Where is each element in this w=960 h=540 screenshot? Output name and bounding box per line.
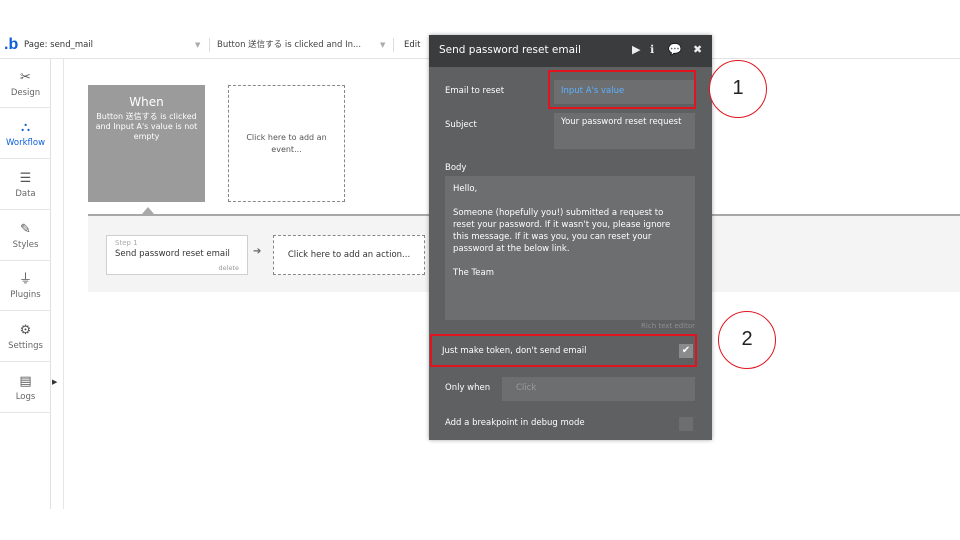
only-when-label: Only when (445, 383, 491, 393)
body-label: Body (445, 163, 467, 173)
sidebar-item-plugins[interactable]: ⏚ Plugins (0, 271, 51, 301)
sidebar-item-styles[interactable]: ✎ Styles (0, 221, 51, 251)
arrow-right-icon: ➔ (253, 246, 262, 257)
sidebar-item-label: Design (10, 88, 41, 98)
event-selector[interactable]: Button 送信する is clicked and In... (217, 34, 361, 56)
sidebar-item-label: Logs (15, 392, 36, 402)
settings-icon: ⚙ (19, 323, 32, 338)
bubble-logo[interactable]: .b (4, 34, 18, 56)
sidebar-item-label: Data (15, 189, 36, 199)
annotation-number-1: 1 (709, 60, 767, 118)
annotation-number-2: 2 (718, 311, 776, 369)
rich-text-editor-link[interactable]: Rich text editor (641, 322, 695, 330)
design-icon: ✂ (20, 70, 31, 85)
sidebar-item-logs[interactable]: ▤ Logs (0, 373, 51, 403)
edit-menu[interactable]: Edit (404, 34, 420, 56)
property-editor-header[interactable]: Send password reset email ▶ ℹ 💬 ✖ (429, 35, 712, 67)
highlight-box-email (548, 70, 696, 109)
divider (0, 158, 51, 159)
event-dropdown-icon[interactable]: ▼ (380, 34, 385, 56)
info-icon[interactable]: ℹ (650, 43, 654, 57)
property-editor-title: Send password reset email (439, 44, 581, 56)
event-description: Button 送信する is clicked and Input A's val… (95, 112, 198, 141)
sidebar-item-workflow[interactable]: ⛬ Workflow (0, 119, 51, 149)
sidebar-item-label: Styles (12, 240, 39, 250)
sidebar-collapse-icon[interactable]: ▶ (52, 378, 57, 386)
sidebar-item-settings[interactable]: ⚙ Settings (0, 322, 51, 352)
step-name: Send password reset email (115, 249, 230, 259)
divider (0, 361, 51, 362)
divider (0, 107, 51, 108)
comment-icon[interactable]: 💬 (668, 43, 682, 57)
sidebar: ✂ Design ⛬ Workflow ☰ Data ✎ Styles ⏚ Pl… (0, 59, 51, 509)
data-icon: ☰ (19, 171, 32, 186)
event-pointer-icon (142, 207, 154, 214)
only-when-field[interactable]: Click (502, 377, 695, 401)
subject-label: Subject (445, 120, 477, 130)
sidebar-item-design[interactable]: ✂ Design (0, 69, 51, 99)
canvas-divider (63, 59, 64, 509)
close-icon[interactable]: ✖ (693, 43, 702, 57)
sidebar-item-label: Plugins (10, 290, 41, 300)
divider (0, 310, 51, 311)
page-dropdown-icon[interactable]: ▼ (195, 34, 200, 56)
sidebar-item-label: Settings (8, 341, 43, 351)
breakpoint-label: Add a breakpoint in debug mode (445, 418, 585, 428)
play-icon[interactable]: ▶ (632, 43, 640, 57)
workflow-icon: ⛬ (20, 120, 31, 135)
divider (0, 412, 51, 413)
event-title: When (129, 95, 164, 109)
divider (0, 260, 51, 261)
divider (393, 38, 394, 52)
step-number: Step 1 (115, 239, 138, 247)
event-card[interactable]: When Button 送信する is clicked and Input A'… (88, 85, 205, 202)
step-delete-link[interactable]: delete (219, 264, 239, 272)
add-event-button[interactable]: Click here to add an event... (228, 85, 345, 202)
top-bar: .b Page: send_mail ▼ Button 送信する is clic… (0, 34, 430, 56)
divider (209, 38, 210, 52)
add-action-button[interactable]: Click here to add an action... (273, 235, 425, 275)
styles-icon: ✎ (20, 222, 31, 237)
highlight-box-token (430, 334, 697, 367)
sidebar-item-label: Workflow (5, 138, 46, 148)
divider (0, 209, 51, 210)
plugins-icon: ⏚ (18, 272, 32, 287)
subject-field[interactable]: Your password reset request (554, 113, 695, 149)
breakpoint-checkbox[interactable] (679, 417, 693, 431)
logs-icon: ▤ (19, 374, 32, 389)
sidebar-item-data[interactable]: ☰ Data (0, 170, 51, 200)
step-card[interactable]: Step 1 Send password reset email delete (106, 235, 248, 275)
page-selector[interactable]: Page: send_mail (24, 34, 93, 56)
body-field[interactable]: Hello, Someone (hopefully you!) submitte… (445, 176, 695, 320)
email-label: Email to reset (445, 86, 505, 96)
